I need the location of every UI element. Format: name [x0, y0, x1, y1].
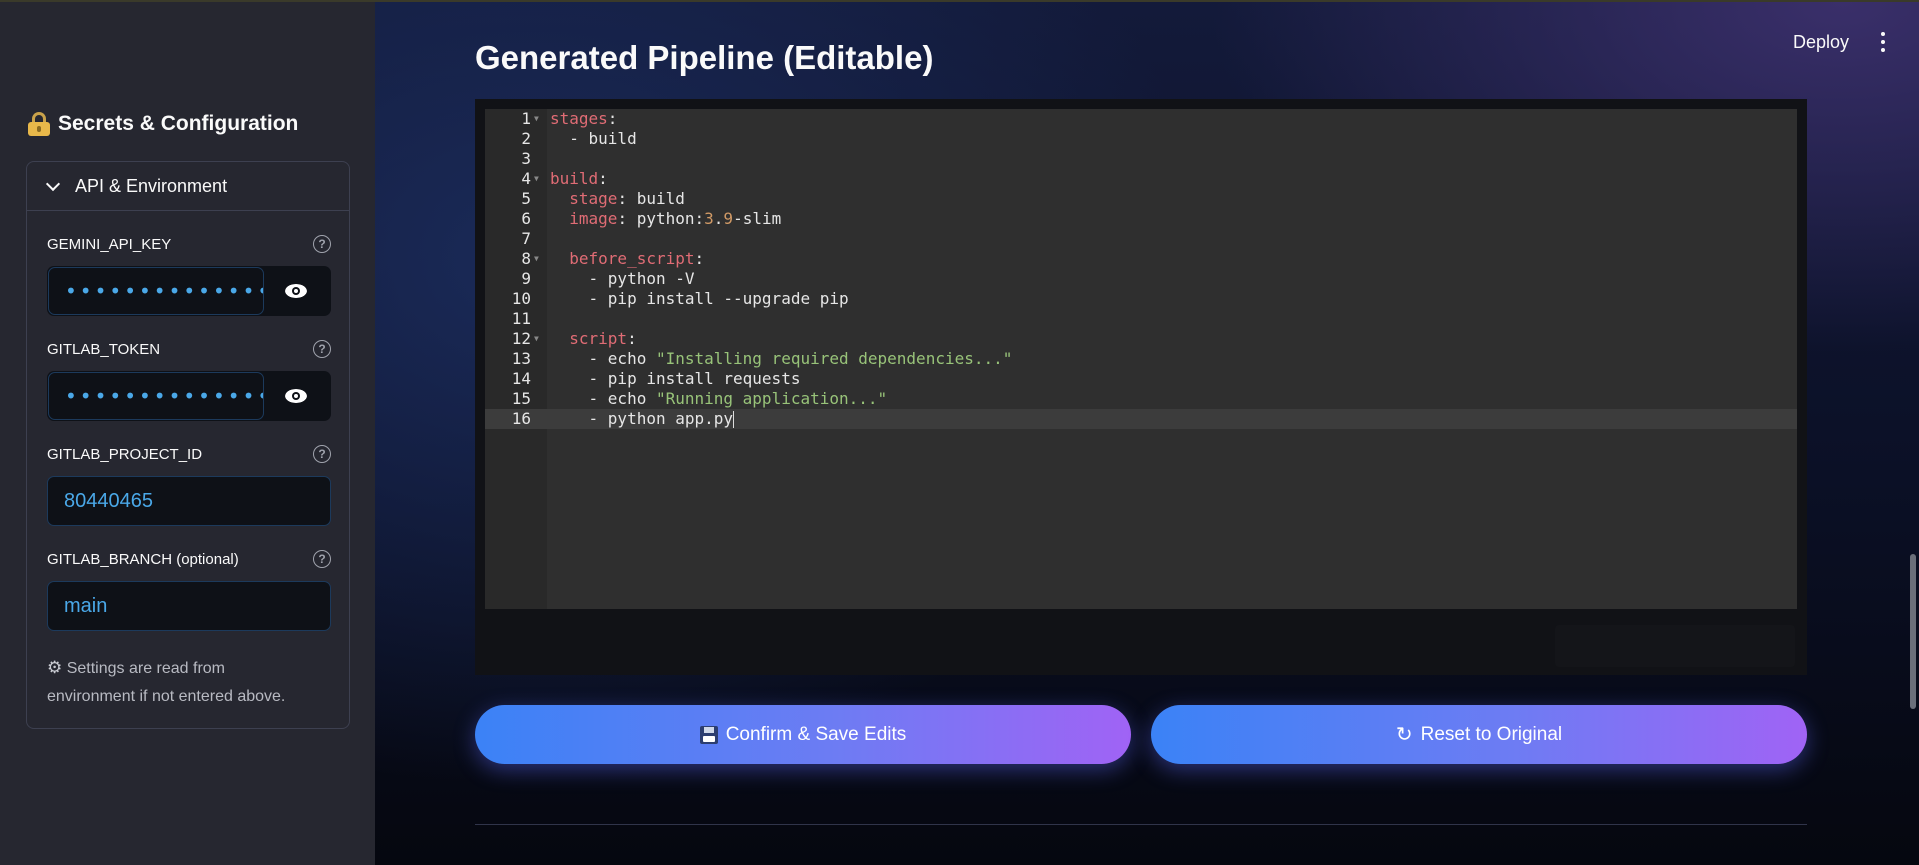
code-line[interactable]: 10 - pip install --upgrade pip	[485, 289, 1797, 309]
line-number: 6	[521, 209, 531, 228]
help-icon[interactable]: ?	[313, 445, 331, 463]
line-number: 9	[521, 269, 531, 288]
code-line[interactable]: 6 image: python:3.9-slim	[485, 209, 1797, 229]
help-icon[interactable]: ?	[313, 550, 331, 568]
code-line[interactable]: 8 ▼ before_script:	[485, 249, 1797, 269]
code-line[interactable]: 2 - build	[485, 129, 1797, 149]
code-line[interactable]: 1 ▼ stages:	[485, 109, 1797, 129]
page-scrollbar[interactable]	[1910, 554, 1916, 709]
gemini-api-key-label: GEMINI_API_KEY	[47, 235, 172, 253]
divider	[475, 824, 1807, 825]
code-line[interactable]: 16 - python app.py	[485, 409, 1797, 429]
line-number: 15	[511, 389, 531, 408]
code-text: - pip install --upgrade pip	[550, 289, 849, 308]
code-text: - pip install requests	[550, 369, 801, 388]
gitlab-token-field: GITLAB_TOKEN ? ••••••••••••••••••••	[47, 338, 331, 421]
line-number: 11	[511, 309, 531, 328]
code-text: stage: build	[569, 189, 685, 208]
line-number: 14	[511, 369, 531, 388]
line-number: 5	[521, 189, 531, 208]
editor-frame: 1 ▼ stages: 2 - build 3 4 ▼ build: 5 stage: buil…	[475, 99, 1807, 675]
fold-arrow-icon[interactable]: ▼	[534, 169, 539, 189]
sidebar-title: Secrets & Configuration	[28, 112, 298, 136]
code-text: build:	[550, 169, 608, 188]
line-number: 1	[521, 109, 531, 128]
code-line[interactable]: 12 ▼ script:	[485, 329, 1797, 349]
gitlab-project-id-input[interactable]: 80440465	[47, 476, 331, 526]
code-editor[interactable]: 1 ▼ stages: 2 - build 3 4 ▼ build: 5 stage: buil…	[485, 109, 1797, 609]
settings-note: ⚙ Settings are read from environment if …	[47, 654, 317, 711]
gear-icon: ⚙	[47, 658, 63, 677]
code-text: - echo "Installing required dependencies…	[550, 349, 1013, 368]
gemini-api-key-input[interactable]: ••••••••••••••••••••	[48, 267, 264, 315]
code-line[interactable]: 7	[485, 229, 1797, 249]
line-number: 10	[511, 289, 531, 308]
sidebar: Secrets & Configuration API & Environmen…	[0, 0, 375, 865]
sidebar-title-text: Secrets & Configuration	[58, 112, 299, 135]
code-text: stages:	[550, 109, 618, 128]
gitlab-token-input[interactable]: ••••••••••••••••••••	[48, 372, 264, 420]
code-text: - echo "Running application..."	[550, 389, 888, 408]
code-text: before_script:	[569, 249, 705, 268]
more-menu-icon[interactable]	[1880, 32, 1886, 52]
settings-note-text: Settings are read from environment if no…	[47, 660, 286, 705]
code-line[interactable]: 4 ▼ build:	[485, 169, 1797, 189]
eye-icon	[285, 389, 307, 403]
expander-header[interactable]: API & Environment	[27, 162, 349, 211]
line-number: 13	[511, 349, 531, 368]
code-line[interactable]: 14 - pip install requests	[485, 369, 1797, 389]
line-number: 12	[511, 329, 531, 348]
deploy-button[interactable]: Deploy	[1793, 32, 1849, 53]
floppy-disk-icon	[699, 725, 718, 744]
code-line[interactable]: 11	[485, 309, 1797, 329]
help-icon[interactable]: ?	[313, 340, 331, 358]
gitlab-token-label: GITLAB_TOKEN	[47, 340, 161, 358]
main-content: Deploy Generated Pipeline (Editable) 1 ▼ s…	[375, 0, 1919, 865]
page-title: Generated Pipeline (Editable)	[475, 39, 934, 76]
gitlab-branch-label: GITLAB_BRANCH (optional)	[47, 550, 239, 568]
gemini-api-key-field: GEMINI_API_KEY ? ••••••••••••••••••••	[47, 233, 331, 316]
code-text: script:	[569, 329, 637, 348]
code-text: - python app.py	[550, 409, 735, 428]
gitlab-branch-field: GITLAB_BRANCH (optional) ? main	[47, 548, 331, 631]
code-text: - build	[550, 129, 637, 148]
line-number: 4	[521, 169, 531, 188]
chevron-down-icon	[45, 178, 61, 194]
fold-arrow-icon[interactable]: ▼	[534, 329, 539, 349]
reset-original-button[interactable]: ↻ Reset to Original	[1151, 705, 1807, 764]
code-text: - python -V	[550, 269, 695, 288]
fold-arrow-icon[interactable]: ▼	[534, 249, 539, 269]
line-number: 8	[521, 249, 531, 268]
code-line[interactable]: 15 - echo "Running application..."	[485, 389, 1797, 409]
line-number: 3	[521, 149, 531, 168]
show-password-button[interactable]	[264, 267, 328, 315]
code-line[interactable]: 13 - echo "Installing required dependenc…	[485, 349, 1797, 369]
code-line[interactable]: 5 stage: build	[485, 189, 1797, 209]
reset-original-label: Reset to Original	[1420, 723, 1563, 745]
lock-icon	[28, 112, 50, 136]
confirm-save-button[interactable]: Confirm & Save Edits	[475, 705, 1131, 764]
eye-icon	[285, 284, 307, 298]
reset-icon: ↻	[1395, 724, 1413, 746]
code-text: image: python:3.9-slim	[569, 209, 782, 228]
show-password-button[interactable]	[264, 372, 328, 420]
faint-editor-button	[1555, 625, 1795, 667]
line-number: 16	[511, 409, 531, 428]
confirm-save-label: Confirm & Save Edits	[725, 723, 907, 745]
gitlab-branch-input[interactable]: main	[47, 581, 331, 631]
help-icon[interactable]: ?	[313, 235, 331, 253]
line-number: 7	[521, 229, 531, 248]
fold-arrow-icon[interactable]: ▼	[534, 109, 539, 129]
code-line[interactable]: 3	[485, 149, 1797, 169]
gitlab-project-id-label: GITLAB_PROJECT_ID	[47, 445, 203, 463]
gitlab-project-id-field: GITLAB_PROJECT_ID ? 80440465	[47, 443, 331, 526]
api-environment-expander: API & Environment GEMINI_API_KEY ? •••••…	[26, 161, 350, 729]
expander-label: API & Environment	[75, 175, 228, 196]
line-number: 2	[521, 129, 531, 148]
code-line[interactable]: 9 - python -V	[485, 269, 1797, 289]
